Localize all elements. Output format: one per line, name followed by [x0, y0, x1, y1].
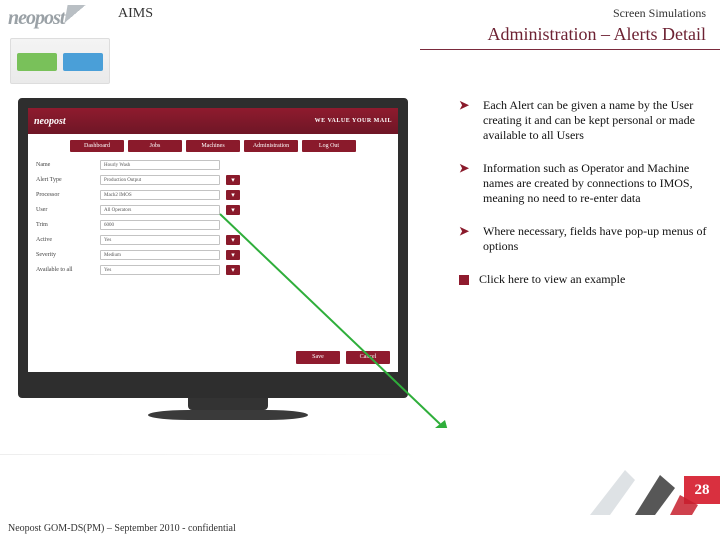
brand-text: neopost: [8, 8, 64, 28]
tab-dashboard[interactable]: Dashboard: [70, 140, 124, 152]
page-title: Administration – Alerts Detail: [488, 24, 706, 45]
list-item: ➤ Each Alert can be given a name by the …: [459, 98, 710, 143]
tab-administration[interactable]: Administration: [244, 140, 298, 152]
monitor-frame: neopost WE VALUE YOUR MAIL Dashboard Job…: [18, 98, 408, 398]
field-label: Trim: [36, 222, 94, 228]
bullet-arrow-icon: ➤: [459, 161, 473, 206]
available-field[interactable]: Yes: [100, 265, 220, 275]
list-item: ➤ Information such as Operator and Machi…: [459, 161, 710, 206]
alert-type-field[interactable]: Production Output: [100, 175, 220, 185]
title-underline: [420, 49, 720, 50]
bullet-square-icon: [459, 275, 469, 285]
workflow-thumbnail-icon: [10, 38, 110, 84]
watermark-logo-icon: [580, 460, 700, 520]
field-label: Severity: [36, 252, 94, 258]
name-field[interactable]: Hourly Wash: [100, 160, 220, 170]
form-row: User All Operators ▾: [36, 205, 390, 215]
field-label: Alert Type: [36, 177, 94, 183]
trim-field[interactable]: 6000: [100, 220, 220, 230]
form-row: Alert Type Production Output ▾: [36, 175, 390, 185]
save-button[interactable]: Save: [296, 351, 340, 364]
field-label: Available to all: [36, 267, 94, 273]
brand-mark-icon: [65, 5, 86, 23]
field-label: Processor: [36, 192, 94, 198]
section-label: Screen Simulations: [613, 6, 706, 21]
cancel-button[interactable]: Cancel: [346, 351, 390, 364]
dropdown-icon[interactable]: ▾: [226, 235, 240, 245]
list-item: ➤ Where necessary, fields have pop-up me…: [459, 224, 710, 254]
app-name: AIMS: [118, 6, 153, 22]
active-field[interactable]: Yes: [100, 235, 220, 245]
dropdown-icon[interactable]: ▾: [226, 205, 240, 215]
dropdown-icon[interactable]: ▾: [226, 250, 240, 260]
app-topbar-brand: neopost: [34, 116, 66, 127]
footer-text: Neopost GOM-DS(PM) – September 2010 - co…: [8, 523, 236, 534]
bullet-list: ➤ Each Alert can be given a name by the …: [459, 98, 710, 287]
form-row: Trim 6000: [36, 220, 390, 230]
form-row: Available to all Yes ▾: [36, 265, 390, 275]
tab-jobs[interactable]: Jobs: [128, 140, 182, 152]
bullet-text: Information such as Operator and Machine…: [483, 161, 710, 206]
monitor-stand-icon: [188, 396, 268, 410]
bullet-arrow-icon: ➤: [459, 98, 473, 143]
form-row: Active Yes ▾: [36, 235, 390, 245]
form-row: Severity Medium ▾: [36, 250, 390, 260]
field-label: User: [36, 207, 94, 213]
brand-logo: neopost: [8, 8, 84, 28]
tab-machines[interactable]: Machines: [186, 140, 240, 152]
alert-form: Name Hourly Wash Alert Type Production Out…: [28, 160, 398, 275]
dropdown-icon[interactable]: ▾: [226, 265, 240, 275]
nav-tabs: Dashboard Jobs Machines Administration L…: [28, 134, 398, 160]
cta-link[interactable]: Click here to view an example: [479, 272, 625, 287]
field-label: Name: [36, 162, 94, 168]
app-topbar: neopost WE VALUE YOUR MAIL: [28, 108, 398, 134]
bullet-text: Each Alert can be given a name by the Us…: [483, 98, 710, 143]
tab-logout[interactable]: Log Out: [302, 140, 356, 152]
app-topbar-tagline: WE VALUE YOUR MAIL: [315, 118, 392, 124]
list-item: Click here to view an example: [459, 272, 710, 287]
severity-field[interactable]: Medium: [100, 250, 220, 260]
field-label: Active: [36, 237, 94, 243]
processor-field[interactable]: Mach2 IMOS: [100, 190, 220, 200]
form-row: Processor Mach2 IMOS ▾: [36, 190, 390, 200]
bullet-arrow-icon: ➤: [459, 224, 473, 254]
divider-line: [0, 454, 420, 455]
bullet-text: Where necessary, fields have pop-up menu…: [483, 224, 710, 254]
form-row: Name Hourly Wash: [36, 160, 390, 170]
user-field[interactable]: All Operators: [100, 205, 220, 215]
monitor-base-icon: [148, 410, 308, 420]
dropdown-icon[interactable]: ▾: [226, 175, 240, 185]
dropdown-icon[interactable]: ▾: [226, 190, 240, 200]
